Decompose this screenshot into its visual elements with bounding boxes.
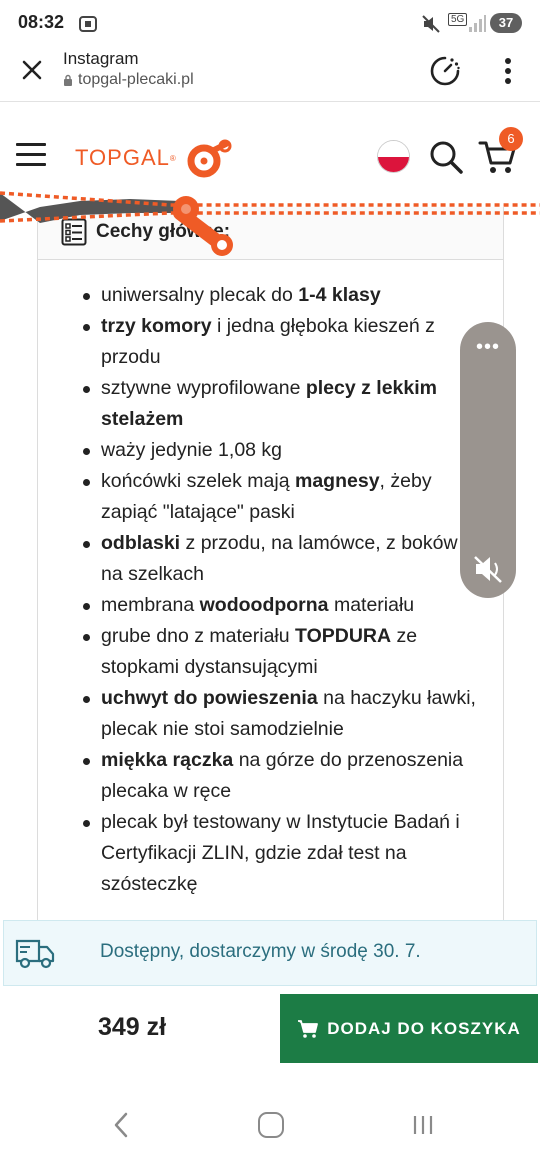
feature-text: uniwersalny plecak do — [101, 284, 299, 306]
add-to-cart-label: DODAJ DO KOSZYKA — [327, 1018, 521, 1038]
feature-text: sztywne wyprofilowane — [101, 377, 306, 399]
feature-text: plecak był testowany w Instytucie Badań … — [101, 811, 460, 895]
feature-text: materiału — [328, 594, 415, 616]
close-icon[interactable] — [20, 58, 44, 82]
features-card-title: Cechy główne: — [96, 221, 231, 242]
feature-item: uchwyt do powieszenia na haczyku ławki, … — [63, 683, 483, 745]
search-icon[interactable] — [428, 139, 464, 175]
topgal-logo[interactable]: TOPGAL ® — [75, 133, 232, 183]
feature-item: plecak był testowany w Instytucie Badań … — [63, 807, 483, 900]
system-nav-bar — [0, 1090, 540, 1158]
home-icon[interactable] — [258, 1112, 284, 1138]
signal-icon — [469, 15, 486, 32]
buy-bar: 349 zł DODAJ DO KOSZYKA — [0, 987, 540, 1071]
status-bar: 08:32 5G 37 — [0, 0, 540, 46]
language-flag-pl[interactable] — [377, 140, 410, 173]
logo-text: TOPGAL — [75, 145, 170, 170]
feature-item: uniwersalny plecak do 1-4 klasy — [63, 280, 483, 311]
browser-url-row[interactable]: topgal-plecaki.pl — [63, 71, 194, 89]
feature-text: waży jedynie 1,08 kg — [101, 439, 283, 461]
lock-icon — [64, 74, 72, 86]
mute-icon[interactable] — [472, 554, 504, 584]
logo-mark-icon — [187, 139, 232, 178]
add-to-cart-button[interactable]: DODAJ DO KOSZYKA — [280, 994, 538, 1063]
availability-banner: Dostępny, dostarczymy w środę 30. 7. — [3, 920, 537, 986]
video-more-icon[interactable]: ••• — [460, 337, 516, 357]
browser-toolbar: Instagram topgal-plecaki.pl — [0, 46, 540, 102]
product-price: 349 zł — [98, 1013, 167, 1041]
checklist-icon — [61, 218, 87, 246]
feature-item: waży jedynie 1,08 kg — [63, 435, 483, 466]
video-overlay[interactable]: ••• — [460, 322, 516, 598]
browser-title: Instagram — [63, 49, 139, 68]
feature-text-bold: TOPDURA — [295, 625, 392, 647]
truck-icon — [15, 939, 55, 969]
feature-text: membrana — [101, 594, 200, 616]
feature-item: miękka rączka na górze do przenoszenia p… — [63, 745, 483, 807]
feature-text: grube dno z materiału — [101, 625, 296, 647]
back-icon[interactable] — [110, 1110, 132, 1140]
battery-indicator: 37 — [490, 13, 522, 33]
availability-text: Dostępny, dostarczymy w środę 30. 7. — [100, 941, 421, 962]
feature-item: membrana wodoodporna materiału — [63, 590, 483, 621]
features-card-header: Cechy główne: — [38, 206, 503, 260]
feature-text-bold: odblaski — [101, 532, 181, 554]
screenshot-icon — [79, 16, 97, 32]
cart-icon — [298, 1019, 319, 1038]
network-label: 5G — [448, 13, 468, 26]
feature-text-bold: uchwyt do powieszenia — [101, 687, 318, 709]
feature-text-bold: magnesy — [295, 470, 380, 492]
cart-count-badge: 6 — [499, 127, 523, 151]
feature-item: sztywne wyprofilowane plecy z lekkim ste… — [63, 373, 483, 435]
feature-text-bold: 1-4 klasy — [298, 284, 381, 306]
browser-url: topgal-plecaki.pl — [78, 71, 194, 88]
feature-item: odblaski z przodu, na lamówce, z boków i… — [63, 528, 483, 590]
feature-item: grube dno z materiału TOPDURA ze stopkam… — [63, 621, 483, 683]
feature-text-bold: trzy komory — [101, 315, 212, 337]
feature-text: końcówki szelek mają — [101, 470, 295, 492]
features-list: uniwersalny plecak do 1-4 klasy trzy komo… — [63, 280, 483, 900]
recents-icon[interactable] — [410, 1112, 436, 1138]
status-time: 08:32 — [18, 12, 65, 32]
site-header: TOPGAL ® — [0, 103, 540, 203]
feature-text-bold: wodoodporna — [199, 594, 329, 616]
timer-icon[interactable] — [428, 54, 462, 88]
feature-text-bold: miękka rączka — [101, 749, 234, 771]
silent-icon — [422, 15, 440, 33]
more-vert-icon[interactable] — [498, 54, 518, 88]
hamburger-icon[interactable] — [16, 143, 46, 169]
feature-item: końcówki szelek mają magnesy, żeby zapią… — [63, 466, 483, 528]
feature-item: trzy komory i jedna głęboka kieszeń z pr… — [63, 311, 483, 373]
logo-reg: ® — [169, 153, 176, 163]
